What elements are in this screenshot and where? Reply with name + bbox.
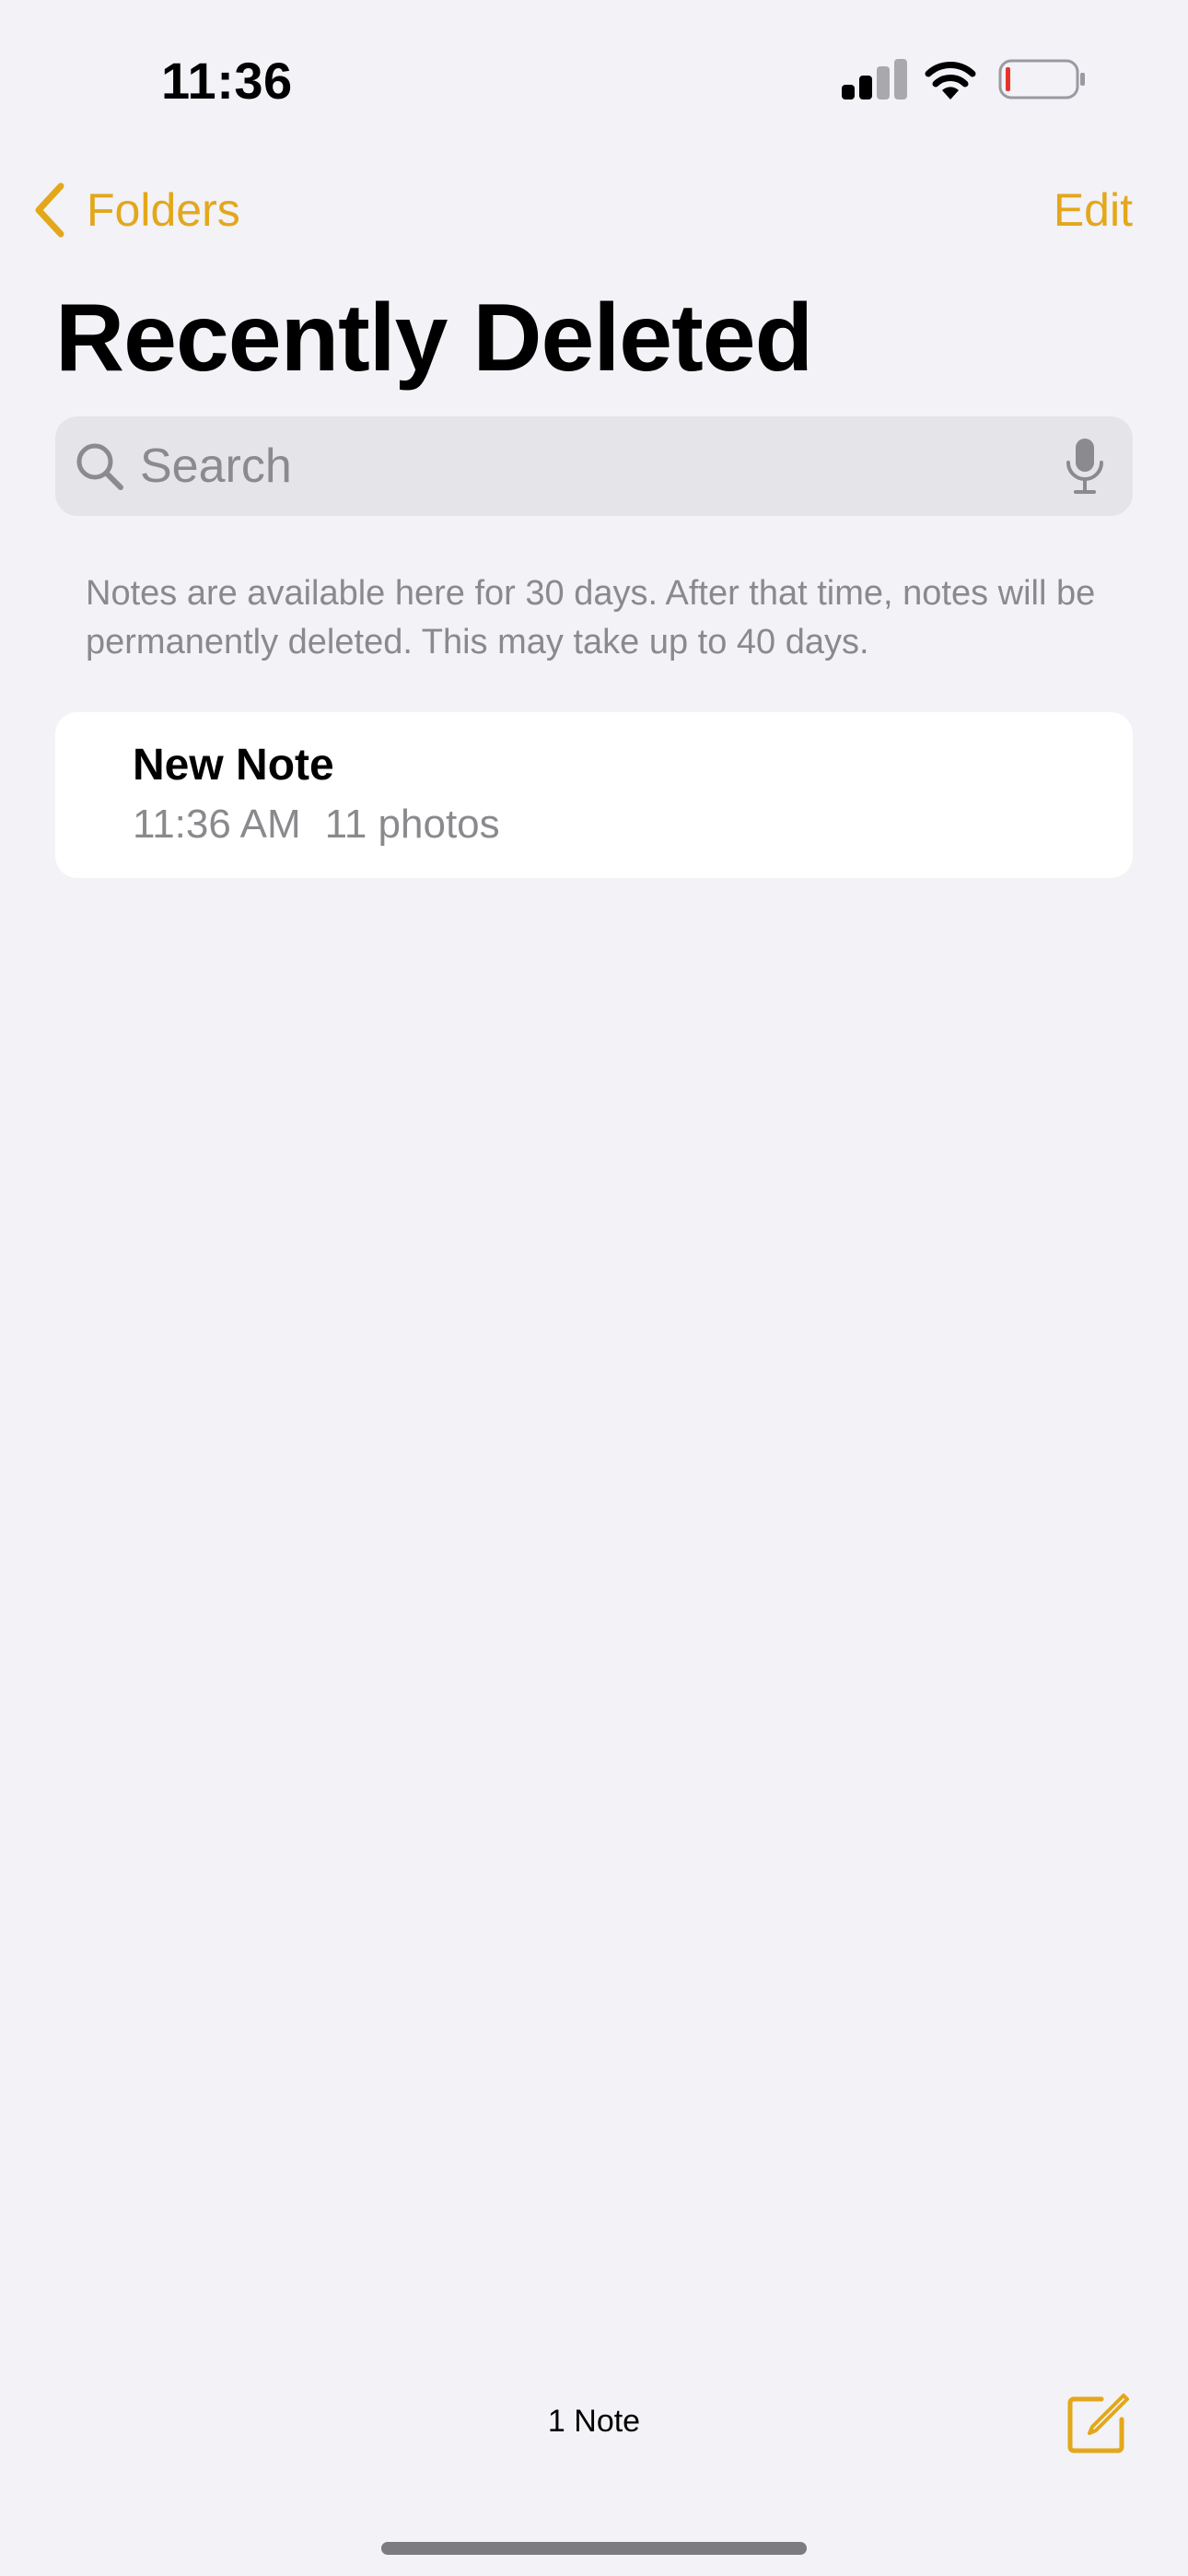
note-time: 11:36 AM (133, 802, 301, 847)
compose-icon[interactable] (1065, 2390, 1131, 2456)
back-button[interactable]: Folders (33, 175, 240, 245)
status-time: 11:36 (161, 52, 293, 110)
home-indicator[interactable] (381, 2542, 807, 2555)
note-detail: 11 photos (324, 802, 500, 847)
back-button-label: Folders (87, 184, 240, 236)
note-title: New Note (133, 741, 334, 790)
microphone-icon[interactable] (1065, 437, 1105, 496)
page-title: Recently Deleted (55, 285, 813, 392)
chevron-left-icon (35, 182, 64, 238)
edit-button[interactable]: Edit (1054, 175, 1133, 245)
wifi-icon (925, 62, 976, 100)
battery-low-icon (998, 59, 1085, 100)
note-metadata: 11:36 AM 11 photos (133, 799, 500, 850)
search-bar[interactable] (55, 416, 1133, 516)
retention-info-text: Notes are available here for 30 days. Af… (86, 574, 1096, 662)
cellular-signal-icon (842, 59, 907, 100)
search-icon (76, 443, 123, 490)
note-list-item[interactable]: New Note 11:36 AM 11 photos (55, 712, 1133, 878)
search-input[interactable] (140, 439, 1065, 494)
note-count: 1 Note (547, 2404, 641, 2439)
